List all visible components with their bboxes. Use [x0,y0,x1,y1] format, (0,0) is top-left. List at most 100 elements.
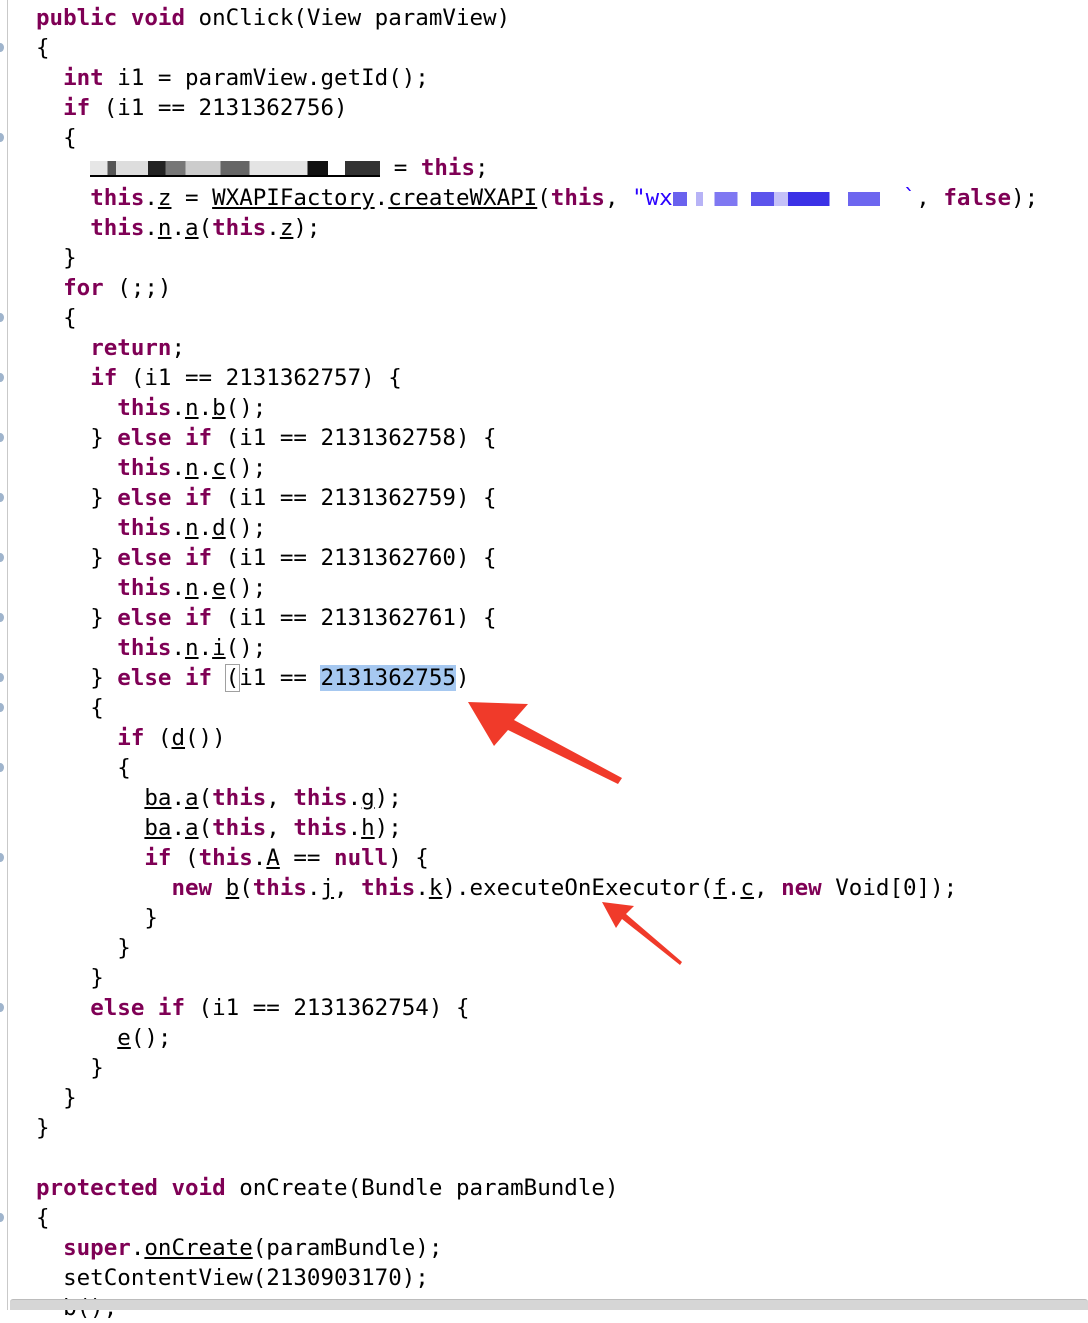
code-line[interactable]: return; [36,333,1038,363]
code-line[interactable]: } else if (i1 == 2131362758) { [36,423,1038,453]
code-editor[interactable]: public void onClick(View paramView){ int… [0,0,1088,1321]
gutter-marker-icon[interactable] [0,373,4,382]
code-line[interactable]: } else if (i1 == 2131362755) [36,663,1038,693]
keyword-token: return [90,335,172,361]
keyword-token: this [293,785,348,811]
code-line[interactable]: this.n.b(); [36,393,1038,423]
horizontal-scrollbar[interactable] [10,1299,1088,1310]
code-line[interactable]: { [36,1203,1038,1233]
code-line[interactable]: } [36,963,1038,993]
keyword-token: protected [36,1175,158,1201]
code-line[interactable]: int i1 = paramView.getId(); [36,63,1038,93]
gutter-marker-icon[interactable] [0,553,4,562]
keyword-token: if [117,725,145,751]
keyword-token: if [157,995,186,1021]
code-token: , [266,785,294,811]
code-line[interactable]: protected void onCreate(Bundle paramBund… [36,1173,1038,1203]
code-line[interactable]: for (;;) [36,273,1038,303]
keyword-token: false [943,185,1012,211]
code-line[interactable]: } [36,903,1038,933]
code-line[interactable]: this.z = WXAPIFactory.createWXAPI(this, … [36,183,1038,213]
code-line[interactable]: { [36,303,1038,333]
code-line[interactable]: } [36,1113,1038,1143]
gutter-marker-icon[interactable] [0,433,4,442]
code-line[interactable]: this.n.i(); [36,633,1038,663]
code-line[interactable]: public void onClick(View paramView) [36,3,1038,33]
code-line[interactable]: new b(this.j, this.k).executeOnExecutor(… [36,873,1038,903]
code-line[interactable]: } [36,933,1038,963]
gutter-marker-icon[interactable] [0,673,4,682]
code-line[interactable]: if (this.A == null) { [36,843,1038,873]
gutter-marker-icon[interactable] [0,493,4,502]
keyword-token: this [550,185,605,211]
code-line[interactable] [36,1143,1038,1173]
identifier-token: g [361,785,375,811]
code-line[interactable]: { [36,693,1038,723]
code-token: ( [198,815,213,841]
code-line[interactable]: ba.a(this, this.g); [36,783,1038,813]
code-token: . [171,215,186,241]
code-line[interactable]: } else if (i1 == 2131362760) { [36,543,1038,573]
code-token: . [726,875,741,901]
code-token: ); [374,815,402,841]
code-token: . [171,575,186,601]
code-line[interactable]: if (i1 == 2131362756) [36,93,1038,123]
gutter-marker-icon[interactable] [0,1003,4,1012]
code-line[interactable]: ba.a(this, this.h); [36,813,1038,843]
gutter-marker-icon[interactable] [0,1213,4,1222]
code-line[interactable]: } [36,243,1038,273]
code-token: . [171,785,186,811]
code-line[interactable]: else if (i1 == 2131362754) { [36,993,1038,1023]
code-line[interactable]: if (d()) [36,723,1038,753]
code-token: ).executeOnExecutor( [442,875,714,901]
code-line[interactable]: } [36,1083,1038,1113]
string-token: "wx [632,185,673,211]
identifier-token: i [212,635,226,661]
code-line[interactable]: } else if (i1 == 2131362759) { [36,483,1038,513]
identifier-token: n [185,575,199,601]
gutter-marker-icon[interactable] [0,43,4,52]
gutter-marker-icon[interactable] [0,763,4,772]
gutter-marker-icon[interactable] [0,853,4,862]
code-line[interactable]: } else if (i1 == 2131362761) { [36,603,1038,633]
code-token: (;;) [103,275,172,301]
gutter-marker-icon[interactable] [0,313,4,322]
gutter-marker-icon[interactable] [0,133,4,142]
identifier-token: b [212,395,226,421]
code-area[interactable]: public void onClick(View paramView){ int… [36,3,1038,1323]
code-token: } [90,545,118,571]
code-token: ( [198,215,213,241]
code-line[interactable]: } [36,1053,1038,1083]
code-token: ; [475,155,489,181]
code-line[interactable]: this.n.e(); [36,573,1038,603]
code-line[interactable]: setContentView(2130903170); [36,1263,1038,1293]
gutter-marker-icon[interactable] [0,613,4,622]
code-token: ( [144,725,172,751]
keyword-token: new [171,875,213,901]
code-token: ) [455,665,470,691]
identifier-token: a [185,815,199,841]
code-line[interactable]: this.n.a(this.z); [36,213,1038,243]
code-line[interactable]: this.n.d(); [36,513,1038,543]
keyword-token: this [212,785,267,811]
code-line[interactable]: super.onCreate(paramBundle); [36,1233,1038,1263]
code-token: (i1 == 2131362759) { [212,485,497,511]
code-line[interactable]: if (i1 == 2131362757) { [36,363,1038,393]
code-line[interactable]: { [36,123,1038,153]
code-line[interactable]: { [36,33,1038,63]
code-line[interactable]: this.n.c(); [36,453,1038,483]
code-line[interactable]: = this; [36,153,1038,183]
code-token: . [347,785,362,811]
code-line[interactable]: { [36,753,1038,783]
gutter-marker-icon[interactable] [0,703,4,712]
code-line[interactable]: e(); [36,1023,1038,1053]
